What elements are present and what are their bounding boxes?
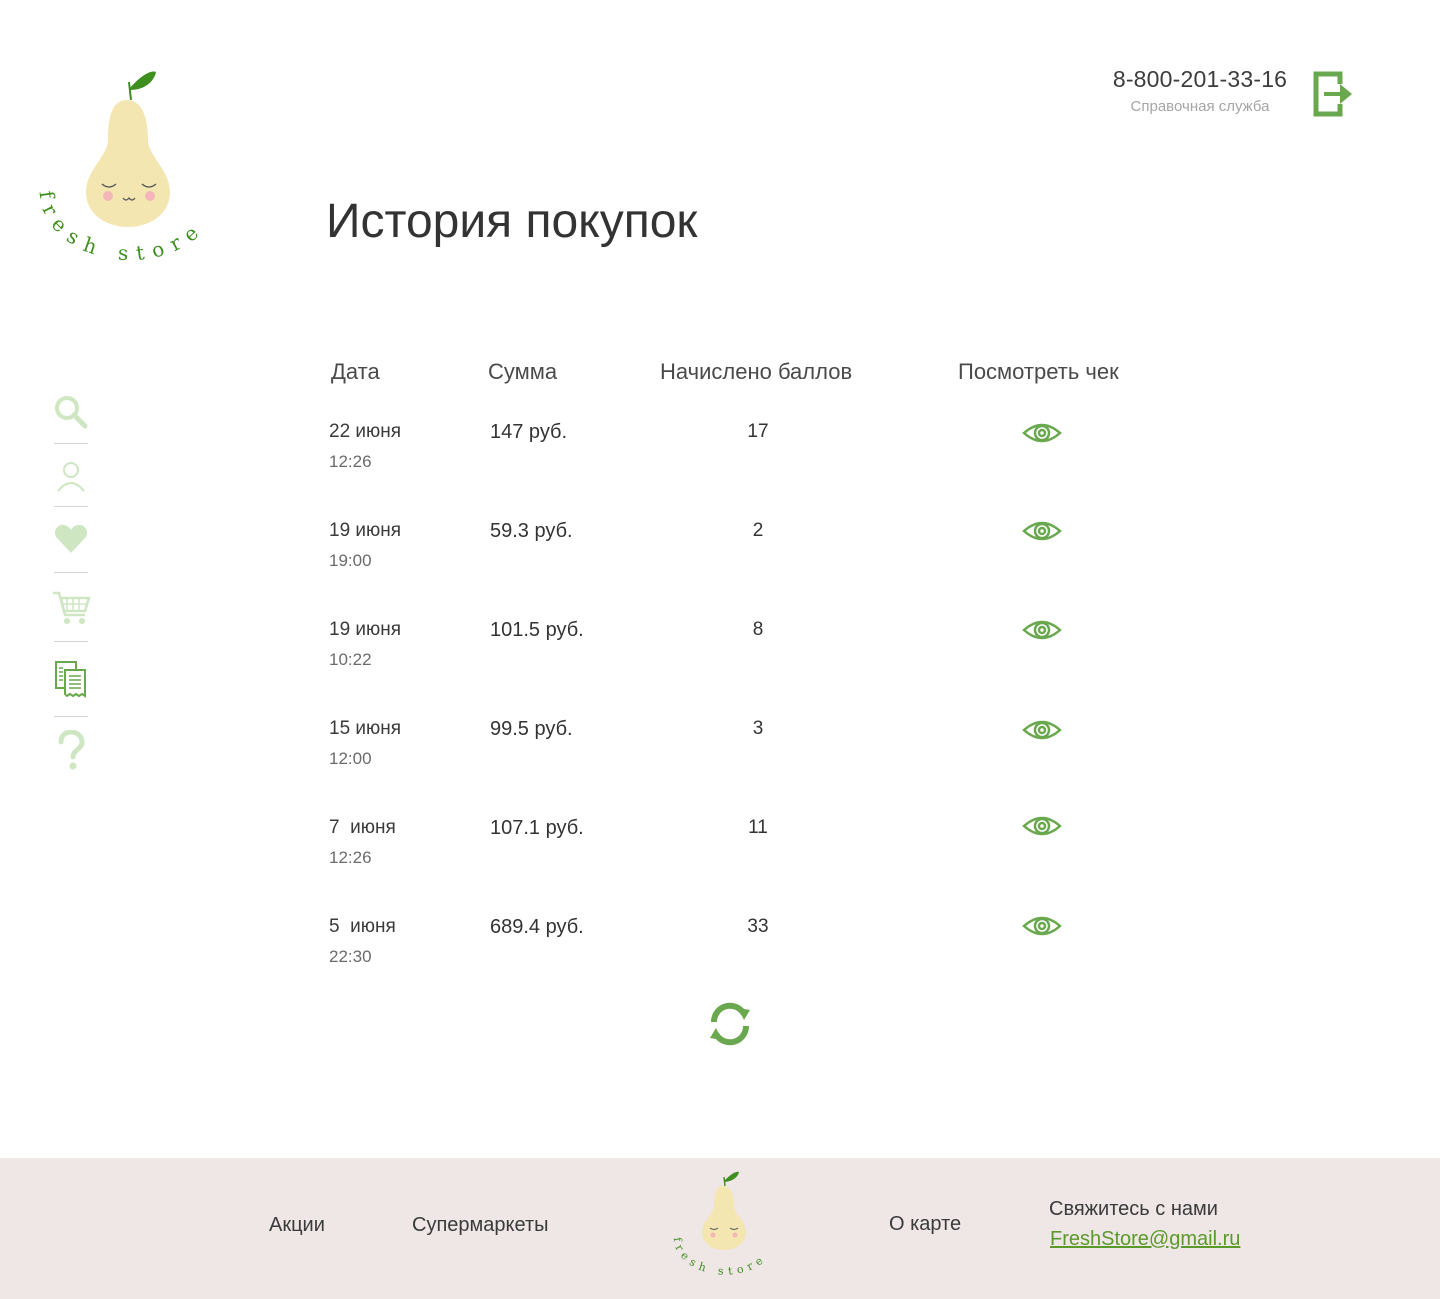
- page-title: История покупок: [326, 195, 698, 248]
- help-icon: [58, 730, 85, 770]
- purchase-sum: 101.5 руб.: [490, 619, 584, 641]
- heart-icon: [54, 524, 88, 553]
- sidebar: [48, 392, 94, 773]
- cart-icon: [53, 591, 91, 624]
- purchase-date: 19 июня: [329, 619, 402, 640]
- view-receipt-eye-icon[interactable]: [1022, 914, 1062, 938]
- purchase-points: 11: [748, 817, 768, 838]
- purchase-points: 17: [747, 421, 769, 442]
- footer-logo[interactable]: fresh store: [670, 1166, 780, 1284]
- sidebar-item-receipts[interactable]: [48, 656, 94, 704]
- column-header-sum: Сумма: [488, 359, 558, 384]
- purchase-sum: 147 руб.: [490, 421, 568, 443]
- view-receipt-eye-icon[interactable]: [1022, 718, 1062, 742]
- footer-link-promotions[interactable]: Акции: [269, 1214, 325, 1237]
- purchase-time: 12:26: [329, 452, 372, 471]
- column-header-receipt: Посмотреть чек: [958, 359, 1119, 384]
- purchase-points: 3: [752, 718, 764, 739]
- footer-contact-label: Свяжитесь с нами: [1049, 1198, 1218, 1220]
- view-receipt-eye-icon[interactable]: [1022, 421, 1062, 445]
- sidebar-item-search[interactable]: [48, 392, 94, 432]
- sidebar-divider: [54, 443, 88, 444]
- purchase-date: 5 июня: [329, 916, 396, 937]
- purchase-points: 2: [752, 520, 764, 541]
- sidebar-item-profile[interactable]: [48, 456, 94, 496]
- sidebar-divider: [54, 641, 88, 642]
- footer-link-supermarkets[interactable]: Супермаркеты: [412, 1214, 548, 1237]
- search-icon: [55, 396, 88, 429]
- view-receipt-eye-icon[interactable]: [1022, 618, 1062, 642]
- purchase-sum: 689.4 руб.: [490, 916, 584, 938]
- sidebar-divider: [54, 506, 88, 507]
- footer-email-link[interactable]: FreshStore@gmail.ru: [1050, 1228, 1240, 1251]
- column-header-date: Дата: [331, 359, 380, 384]
- refresh-icon[interactable]: [706, 1000, 754, 1048]
- footer-link-about-card[interactable]: О карте: [889, 1213, 961, 1236]
- sidebar-item-cart[interactable]: [48, 585, 94, 631]
- phone-number[interactable]: 8-800-201-33-16: [1100, 66, 1300, 93]
- logout-icon[interactable]: [1310, 68, 1354, 120]
- purchase-date: 15 июня: [329, 718, 402, 739]
- sidebar-item-favorites[interactable]: [48, 519, 94, 559]
- support-phone: 8-800-201-33-16 Справочная служба: [1100, 66, 1300, 115]
- leaf-icon: [130, 71, 156, 90]
- purchase-date: 7 июня: [329, 817, 396, 838]
- view-receipt-eye-icon[interactable]: [1022, 519, 1062, 543]
- phone-caption: Справочная служба: [1130, 98, 1270, 115]
- purchase-sum: 99.5 руб.: [490, 718, 573, 740]
- purchase-time: 12:26: [329, 848, 372, 867]
- footer: Акции Супермаркеты fresh store О карте С…: [0, 1158, 1440, 1299]
- purchase-points: 8: [752, 619, 764, 640]
- purchase-sum: 59.3 руб.: [490, 520, 573, 542]
- sidebar-divider: [54, 572, 88, 573]
- purchase-time: 12:00: [329, 749, 372, 768]
- purchase-time: 22:30: [329, 947, 372, 966]
- view-receipt-eye-icon[interactable]: [1022, 814, 1062, 838]
- purchase-time: 10:22: [329, 650, 372, 669]
- purchase-points: 33: [747, 916, 769, 937]
- user-icon: [57, 462, 85, 492]
- purchase-date: 19 июня: [329, 520, 402, 541]
- fresh-store-logo[interactable]: fresh store: [30, 60, 230, 275]
- sidebar-item-help[interactable]: [48, 729, 94, 773]
- receipts-icon: [55, 661, 86, 698]
- column-header-points: Начислено баллов: [660, 359, 853, 384]
- purchase-time: 19:00: [329, 551, 372, 570]
- purchase-date: 22 июня: [329, 421, 402, 442]
- purchase-sum: 107.1 руб.: [490, 817, 584, 839]
- sidebar-divider: [54, 716, 88, 717]
